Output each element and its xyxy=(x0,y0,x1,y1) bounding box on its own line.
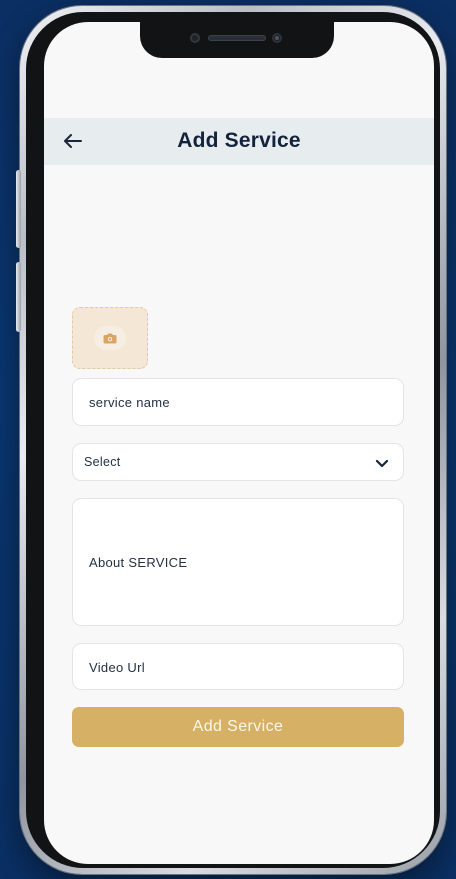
volume-down-button xyxy=(16,262,21,332)
sensor-icon xyxy=(190,33,200,43)
camera-lens-icon xyxy=(272,33,282,43)
volume-up-button xyxy=(16,170,21,248)
image-upload-button[interactable] xyxy=(72,307,148,369)
chevron-down-icon xyxy=(375,459,389,468)
category-select-value: Select xyxy=(84,455,121,469)
page-title: Add Service xyxy=(177,129,301,152)
about-service-placeholder: About SERVICE xyxy=(89,555,188,570)
service-name-input[interactable]: service name xyxy=(72,378,404,426)
add-service-button[interactable]: Add Service xyxy=(72,707,404,747)
service-name-placeholder: service name xyxy=(89,395,170,410)
about-service-textarea[interactable]: About SERVICE xyxy=(72,498,404,626)
camera-icon xyxy=(103,333,117,343)
app-header: Add Service xyxy=(44,118,434,165)
category-select[interactable]: Select xyxy=(72,443,404,481)
upload-icon-container xyxy=(94,326,126,350)
video-url-input[interactable]: Video Url xyxy=(72,643,404,690)
app-screen: Add Service service name Select About SE… xyxy=(44,22,434,864)
video-url-placeholder: Video Url xyxy=(89,660,145,675)
phone-notch xyxy=(140,22,334,58)
speaker-grille xyxy=(208,35,266,41)
